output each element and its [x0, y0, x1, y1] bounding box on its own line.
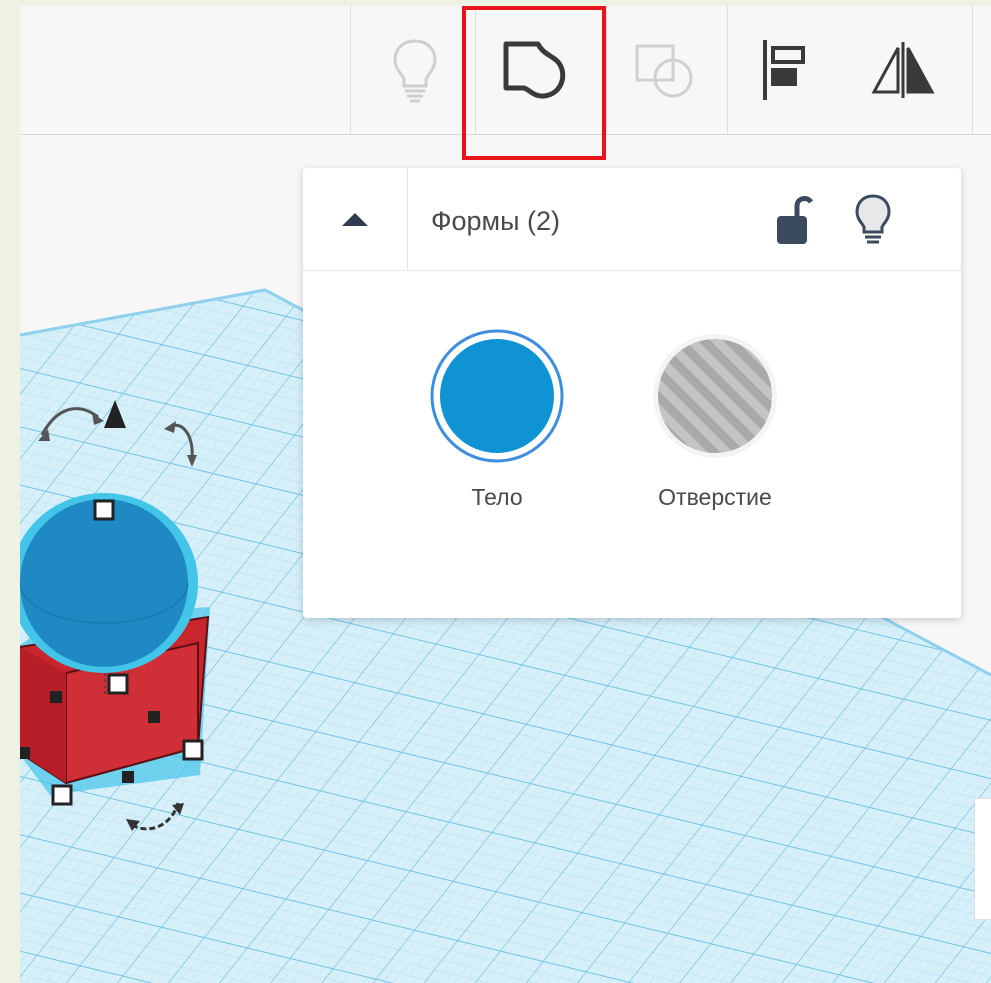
mirror-icon: [871, 42, 935, 98]
highlight-box: [462, 6, 606, 160]
inspector-title: Формы (2): [431, 206, 561, 236]
toolbar-divider: [350, 6, 351, 134]
notes-toggle-button[interactable]: [370, 20, 460, 120]
lightbulb-icon: [855, 194, 891, 244]
chevron-up-icon: [342, 213, 368, 226]
align-button[interactable]: [746, 20, 826, 120]
group-icon: [635, 44, 693, 98]
toolbar-divider: [972, 6, 973, 134]
resize-handle[interactable]: [182, 739, 204, 761]
collapse-button[interactable]: [303, 168, 408, 270]
solid-option[interactable]: [397, 326, 597, 466]
hide-button[interactable]: [851, 192, 895, 248]
resize-handle[interactable]: [20, 747, 30, 759]
unlock-icon: [777, 196, 814, 244]
resize-handle[interactable]: [50, 691, 62, 703]
toolbar-divider: [727, 6, 728, 134]
resize-handle[interactable]: [107, 673, 129, 695]
solid-label: Тело: [471, 484, 523, 510]
resize-handle[interactable]: [51, 784, 73, 806]
group-button[interactable]: [616, 20, 716, 120]
inspector-header: Формы (2): [303, 168, 961, 271]
toolbar-divider: [606, 6, 607, 134]
side-panel-handle[interactable]: [974, 798, 991, 920]
lightbulb-icon: [393, 39, 437, 103]
resize-handle[interactable]: [122, 771, 134, 783]
resize-handle[interactable]: [93, 499, 115, 521]
hole-swatch-icon: [653, 334, 777, 458]
shape-inspector-panel: Формы (2) Тело Отверстие: [303, 168, 961, 618]
hole-label: Отверстие: [658, 484, 772, 510]
lock-button[interactable]: [773, 192, 817, 248]
app-frame: Формы (2) Тело Отверстие: [20, 6, 991, 983]
hole-option[interactable]: [615, 326, 815, 466]
resize-handle[interactable]: [148, 711, 160, 723]
mirror-button[interactable]: [858, 20, 948, 120]
align-icon: [763, 40, 805, 100]
solid-swatch-icon: [430, 329, 564, 463]
